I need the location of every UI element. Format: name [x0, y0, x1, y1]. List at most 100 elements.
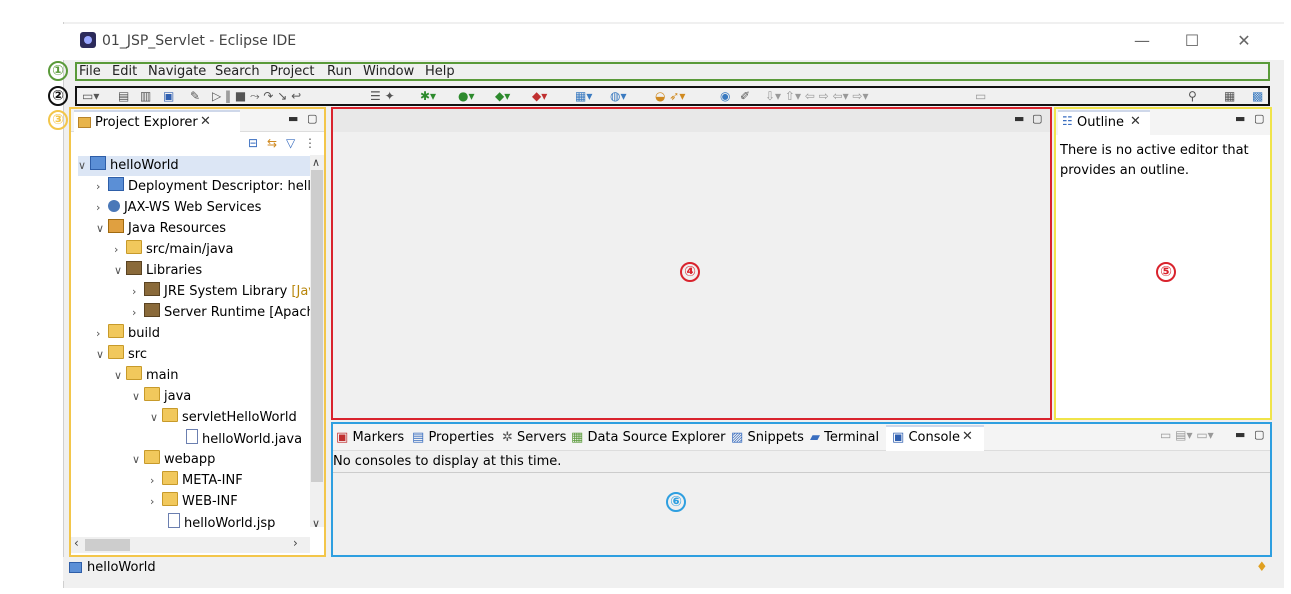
console-toggle-icon[interactable]: ▣ — [163, 87, 174, 105]
console-toolbar-icons[interactable]: ▭ ▤▾ ▭▾ — [1160, 428, 1214, 442]
filter-icon[interactable]: ▽ — [286, 136, 295, 150]
collapse-icon[interactable]: › — [132, 303, 144, 323]
expand-icon[interactable]: ∨ — [114, 261, 126, 281]
new-class-icon[interactable]: ◍▾ — [610, 87, 627, 105]
minimize-editor-icon[interactable]: ▬ — [1014, 113, 1024, 125]
expand-icon[interactable]: ∨ — [78, 156, 90, 176]
tree-item-jax-ws[interactable]: › JAX-WS Web Services — [96, 198, 261, 218]
tree-item-helloworld-jsp[interactable]: helloWorld.jsp — [168, 513, 275, 534]
tree-item-helloworld-java[interactable]: helloWorld.java — [186, 429, 302, 450]
tree-item-src-main-java[interactable]: › src/main/java — [114, 240, 233, 260]
menu-project[interactable]: Project — [270, 63, 314, 80]
horizontal-scroll-thumb[interactable] — [85, 539, 130, 551]
save-all-icon[interactable]: ▥ — [140, 87, 151, 105]
source-folder-icon — [126, 240, 142, 254]
tree-item-src[interactable]: ∨ src — [96, 345, 147, 365]
tree-item-server-runtime[interactable]: › Server Runtime [Apach — [132, 303, 315, 323]
expand-icon[interactable]: ∨ — [132, 450, 144, 470]
tab-terminal[interactable]: ▰ Terminal — [810, 429, 879, 446]
run-icon[interactable]: ●▾ — [458, 87, 475, 105]
minimize-view-icon[interactable]: ▬ — [1235, 429, 1245, 441]
maximize-view-icon[interactable]: ▢ — [1254, 429, 1264, 441]
collapse-all-icon[interactable]: ⊟ — [248, 136, 258, 150]
close-tab-icon[interactable]: ✕ — [200, 114, 211, 129]
scroll-up-icon[interactable]: ∧ — [312, 156, 320, 169]
tree-item-web-inf[interactable]: › WEB-INF — [150, 492, 238, 512]
collapse-icon[interactable]: › — [96, 177, 108, 197]
collapse-icon[interactable]: › — [96, 198, 108, 218]
maximize-editor-icon[interactable]: ▢ — [1032, 113, 1042, 125]
collapse-icon[interactable]: › — [114, 240, 126, 260]
tree-item-java[interactable]: ∨ java — [132, 387, 191, 407]
tab-snippets[interactable]: ▨ Snippets — [731, 429, 804, 446]
collapse-icon[interactable]: › — [150, 471, 162, 491]
tree-item-helloworld[interactable]: ∨ helloWorld — [78, 156, 310, 176]
navigation-icons[interactable]: ⇩▾ ⇧▾ ⇦ ⇨ ⇦▾ ⇨▾ — [765, 87, 869, 105]
web-browser-icon[interactable]: ◉ — [720, 87, 730, 105]
tab-properties[interactable]: ▤ Properties — [412, 429, 494, 446]
tab-console[interactable]: ▣ Console — [892, 429, 960, 446]
menu-run[interactable]: Run — [327, 63, 352, 80]
search-icon[interactable]: ⚲ — [1188, 87, 1197, 105]
format-icon[interactable]: ☰ ✦ — [370, 87, 395, 105]
minimize-view-icon[interactable]: ▬ — [1235, 113, 1245, 125]
tree-item-meta-inf[interactable]: › META-INF — [150, 471, 243, 491]
library-icon — [126, 261, 142, 275]
library-icon — [144, 282, 160, 296]
expand-icon[interactable]: ∨ — [132, 387, 144, 407]
external-tools-icon[interactable]: ◆▾ — [532, 87, 547, 105]
tree-item-jre-library[interactable]: › JRE System Library [Jav — [132, 282, 316, 302]
expand-icon[interactable]: ∨ — [96, 219, 108, 239]
close-button[interactable]: ✕ — [1232, 30, 1256, 52]
menu-file[interactable]: File — [79, 63, 101, 80]
expand-icon[interactable]: ∨ — [96, 345, 108, 365]
view-menu-icon[interactable]: ⋮ — [304, 136, 316, 150]
tree-item-servlethelloworld[interactable]: ∨ servletHelloWorld — [150, 408, 297, 428]
tree-item-main[interactable]: ∨ main — [114, 366, 178, 386]
tab-data-source-explorer[interactable]: ▦ Data Source Explorer — [571, 429, 726, 446]
scroll-down-icon[interactable]: ∨ — [312, 517, 320, 530]
menu-navigate[interactable]: Navigate — [148, 63, 206, 80]
menu-search[interactable]: Search — [215, 63, 260, 80]
minimize-button[interactable]: — — [1130, 30, 1154, 52]
debug-controls-icon[interactable]: ▷ ‖ ■ ⤳ ↷ ↘ ↩ — [212, 87, 301, 105]
menu-help[interactable]: Help — [425, 63, 455, 80]
tree-item-webapp[interactable]: ∨ webapp — [132, 450, 215, 470]
maximize-button[interactable]: ☐ — [1180, 30, 1204, 52]
maximize-view-icon[interactable]: ▢ — [1254, 113, 1264, 125]
new-icon[interactable]: ▭▾ — [82, 87, 99, 105]
tab-markers[interactable]: ▣ Markers — [336, 429, 404, 446]
close-tab-icon[interactable]: ✕ — [1130, 114, 1141, 129]
project-icon — [69, 562, 82, 573]
link-editor-icon[interactable]: ⇆ — [267, 136, 277, 150]
tip-lightbulb-icon[interactable]: ♦ — [1256, 560, 1268, 575]
open-perspective-icon[interactable]: ▦ — [1224, 87, 1235, 105]
expand-icon[interactable]: ∨ — [150, 408, 162, 428]
scroll-right-icon[interactable]: › — [293, 536, 298, 550]
collapse-icon[interactable]: › — [96, 324, 108, 344]
tab-servers[interactable]: ✲ Servers — [502, 429, 566, 446]
tree-item-java-resources[interactable]: ∨ Java Resources — [96, 219, 226, 239]
java-ee-perspective-icon[interactable]: ▩ — [1252, 87, 1263, 105]
tree-item-libraries[interactable]: ∨ Libraries — [114, 261, 202, 281]
new-server-icon[interactable]: ▦▾ — [575, 87, 592, 105]
tree-item-deployment-descriptor[interactable]: › Deployment Descriptor: hello — [96, 177, 319, 197]
collapse-icon[interactable]: › — [150, 492, 162, 512]
expand-icon[interactable]: ∨ — [114, 366, 126, 386]
collapse-icon[interactable]: › — [132, 282, 144, 302]
scroll-left-icon[interactable]: ‹ — [74, 536, 79, 550]
search-tool-icon[interactable]: ✐ — [740, 87, 750, 105]
open-type-icon[interactable]: ◒ ➶▾ — [655, 87, 685, 105]
tree-item-build[interactable]: › build — [96, 324, 160, 344]
save-icon[interactable]: ▤ — [118, 87, 129, 105]
close-tab-icon[interactable]: ✕ — [962, 429, 973, 444]
coverage-icon[interactable]: ◆▾ — [495, 87, 510, 105]
skip-breakpoints-icon[interactable]: ✎ — [190, 87, 200, 105]
menu-window[interactable]: Window — [363, 63, 414, 80]
menu-edit[interactable]: Edit — [112, 63, 137, 80]
vertical-scroll-thumb[interactable] — [311, 170, 323, 482]
minimize-view-icon[interactable]: ▬ — [288, 113, 298, 125]
debug-icon[interactable]: ✱▾ — [420, 87, 436, 105]
maximize-view-icon[interactable]: ▢ — [307, 113, 317, 125]
pin-editor-icon[interactable]: ▭ — [975, 87, 986, 105]
